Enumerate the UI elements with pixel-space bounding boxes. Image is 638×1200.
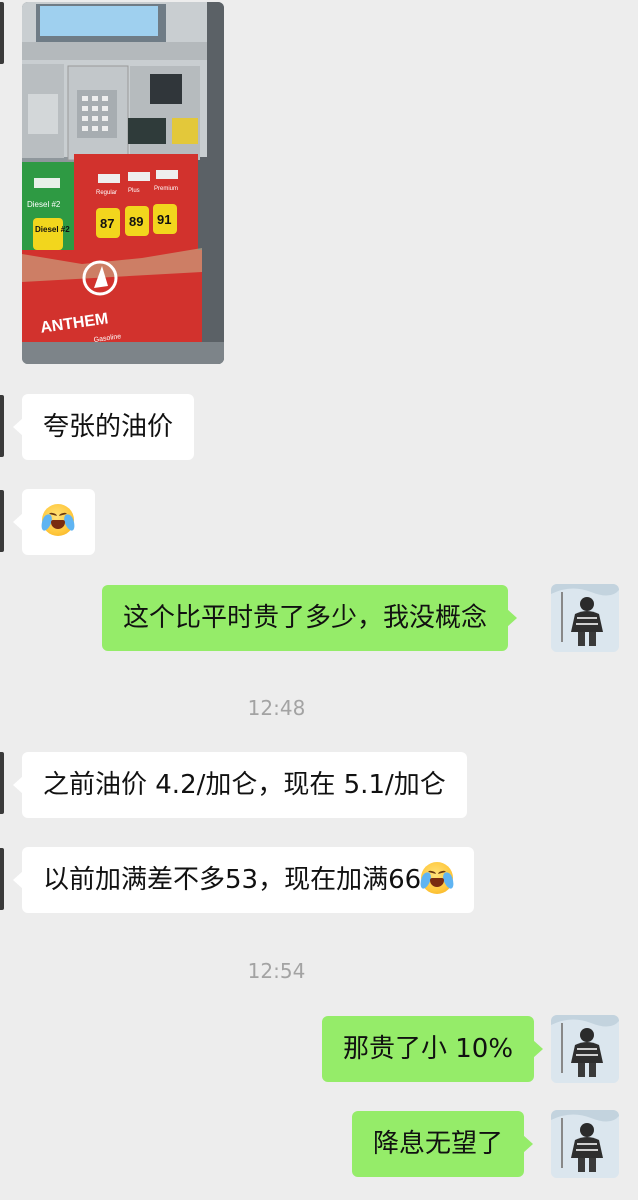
octane-89: 89: [129, 214, 143, 229]
sender-avatar-edge[interactable]: [0, 752, 4, 814]
message-text: 之前油价 4.2/加仑，现在 5.1/加仑: [43, 770, 446, 800]
loudly-crying-face-icon: [39, 503, 77, 536]
person-avatar-image: [551, 584, 619, 652]
timestamp: 12:48: [247, 696, 306, 720]
message-text: 以前加满差不多53，现在加满66: [43, 865, 422, 895]
diesel-label: Diesel #2: [27, 200, 61, 209]
message-bubble-outgoing[interactable]: 降息无望了: [352, 1111, 534, 1177]
timestamp: 12:54: [247, 959, 306, 983]
message-text: 夸张的油价: [43, 412, 174, 442]
sender-avatar-edge[interactable]: [0, 490, 4, 552]
sender-avatar-edge[interactable]: [0, 2, 4, 64]
message-text: 那贵了小 10%: [343, 1034, 514, 1064]
sender-avatar-edge[interactable]: [0, 848, 4, 910]
message-text: 这个比平时贵了多少，我没概念: [123, 603, 488, 633]
loudly-crying-face-icon: [418, 861, 456, 894]
sender-avatar-edge[interactable]: [0, 395, 4, 457]
person-avatar-image: [551, 1110, 619, 1178]
avatar[interactable]: [551, 1015, 619, 1083]
avatar[interactable]: [551, 584, 619, 652]
message-bubble-incoming[interactable]: 以前加满差不多53，现在加满66: [12, 847, 475, 913]
grade-plus-label: Plus: [128, 188, 140, 194]
grade-regular-label: Regular: [96, 190, 117, 196]
gas-pump-photo: Diesel #2 Diesel #2 Regular Plus Premium…: [22, 2, 224, 364]
message-bubble-outgoing[interactable]: 那贵了小 10%: [322, 1016, 544, 1082]
chat-area: Diesel #2 Diesel #2 Regular Plus Premium…: [0, 0, 638, 1200]
grade-premium-label: Premium: [154, 186, 178, 192]
message-bubble-incoming[interactable]: [13, 489, 95, 555]
octane-87: 87: [100, 216, 114, 231]
message-bubble-incoming[interactable]: 之前油价 4.2/加仑，现在 5.1/加仑: [13, 752, 467, 818]
message-bubble-incoming[interactable]: 夸张的油价: [12, 394, 195, 460]
photo-message[interactable]: Diesel #2 Diesel #2 Regular Plus Premium…: [22, 2, 224, 364]
person-avatar-image: [551, 1015, 619, 1083]
message-bubble-outgoing[interactable]: 这个比平时贵了多少，我没概念: [102, 585, 518, 651]
message-text: 降息无望了: [373, 1129, 504, 1159]
avatar[interactable]: [551, 1110, 619, 1178]
octane-91: 91: [157, 212, 171, 227]
diesel-button-label: Diesel #2: [35, 225, 70, 234]
